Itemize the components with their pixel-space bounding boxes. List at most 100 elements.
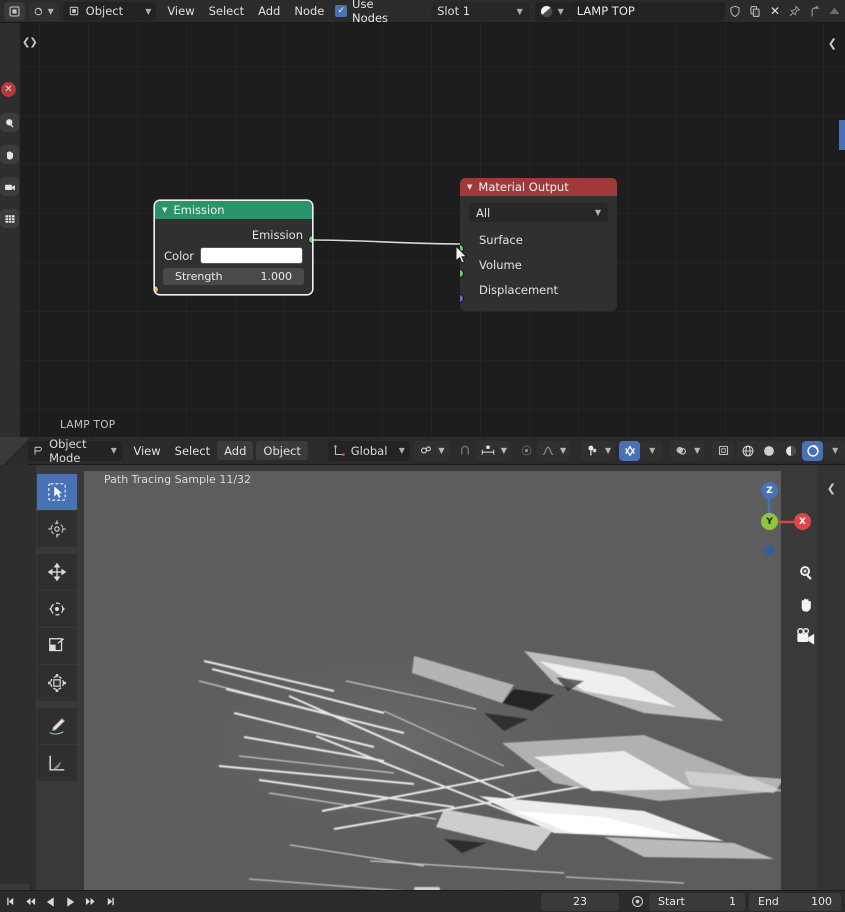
cursor-icon (48, 520, 66, 538)
play-reverse-button[interactable] (40, 893, 60, 911)
gizmo-axis-neg-z[interactable] (764, 545, 774, 555)
use-nodes-label: Use Nodes (352, 0, 389, 25)
proportional-edit-toggle[interactable] (515, 441, 537, 461)
close-icon[interactable]: ✕ (1, 82, 16, 97)
tool-move[interactable] (37, 554, 77, 590)
socket-emission-out[interactable] (308, 235, 312, 244)
auto-keying-toggle[interactable] (625, 893, 649, 911)
viewport-n-panel-toggle[interactable]: ❮ (827, 482, 836, 495)
prev-keyframe-button[interactable] (20, 893, 40, 911)
jump-to-end-button[interactable] (100, 893, 120, 911)
viewport-shading-solid[interactable] (758, 440, 781, 461)
falloff-icon (542, 446, 554, 456)
start-value: 1 (729, 895, 736, 908)
material-browse-button[interactable]: ▼ (534, 1, 569, 21)
shading-type-selector[interactable]: ▼ (28, 1, 59, 21)
viewport-shading-solid-wire[interactable] (736, 440, 759, 461)
xray-dropdown[interactable]: ▼ (670, 440, 705, 461)
output-socket-label: Emission (251, 227, 303, 242)
collapse-triangle-icon[interactable]: ▼ (467, 183, 472, 191)
next-keyframe-button[interactable] (80, 893, 100, 911)
vp-menu-view[interactable]: View (126, 441, 167, 460)
tool-rotate[interactable] (37, 591, 77, 627)
menu-view[interactable]: View (160, 2, 201, 21)
viewport-shading-rendered[interactable] (801, 440, 824, 461)
tool-measure[interactable] (37, 745, 77, 781)
viewport-shading-wireframe[interactable] (712, 440, 735, 461)
shader-type-label: Object (85, 4, 124, 18)
pin-icon[interactable] (785, 2, 805, 21)
nav-zoom-icon[interactable] (793, 559, 819, 585)
snap-settings-dropdown[interactable]: ▼ (475, 440, 511, 461)
jump-to-start-button[interactable] (0, 893, 20, 911)
editor-type-button[interactable] (3, 1, 25, 21)
falloff-dropdown[interactable]: ▼ (537, 440, 571, 461)
strength-slider[interactable]: Strength 1.000 (163, 268, 304, 285)
copy-icon[interactable] (745, 2, 765, 21)
node-material-output-header[interactable]: ▼ Material Output (460, 178, 617, 196)
frame-end-field[interactable]: End 100 (749, 892, 841, 911)
wireframe-icon (718, 445, 728, 456)
overlays-dropdown[interactable]: ▼ (640, 440, 663, 461)
rendered-icon (806, 444, 819, 457)
shader-type-dropdown[interactable]: Object ▼ (62, 1, 157, 21)
navigation-gizmo[interactable]: Z X Y (747, 475, 811, 555)
frame-start-field[interactable]: Start 1 (649, 892, 745, 911)
nav-camera-icon[interactable] (793, 623, 819, 649)
viewport-shading-material[interactable] (780, 440, 802, 461)
shield-icon[interactable] (725, 2, 745, 21)
render-target-dropdown[interactable]: All ▼ (469, 203, 608, 222)
viewport-corner-widget[interactable] (0, 437, 28, 465)
color-swatch[interactable] (200, 247, 303, 264)
chevron-down-icon: ▼ (398, 446, 405, 455)
node-emission[interactable]: ▼ Emission Emission Color Strength 1.000 (155, 201, 312, 294)
pan-hand-icon[interactable] (0, 145, 19, 164)
vp-menu-object[interactable]: Object (256, 441, 308, 460)
browse-icon[interactable] (825, 2, 845, 21)
up-arrow-icon[interactable] (805, 2, 825, 21)
gizmo-axis-z[interactable]: Z (761, 482, 778, 499)
node-material-output[interactable]: ▼ Material Output All ▼ Surface Volume D… (460, 178, 617, 311)
tool-tweak-select-box[interactable] (37, 474, 77, 510)
scrollbar-indicator[interactable] (839, 120, 845, 150)
material-name-field[interactable]: LAMP TOP (568, 1, 725, 21)
collapse-triangle-icon[interactable]: ▼ (162, 206, 167, 214)
gizmo-axis-y[interactable]: Y (761, 513, 778, 530)
material-ball-icon (539, 4, 553, 18)
tool-scale[interactable] (37, 628, 77, 664)
node-sidebar-toggle[interactable]: ❮❯ (22, 37, 38, 48)
close-icon[interactable]: ✕ (765, 2, 785, 21)
grid-icon[interactable] (0, 209, 19, 228)
orientation-label: Global (350, 443, 388, 458)
gizmo-axis-x[interactable]: X (794, 513, 811, 530)
snap-magnet-toggle[interactable] (454, 441, 476, 461)
object-mode-dropdown[interactable]: Object Mode ▼ (27, 437, 122, 465)
node-emission-header[interactable]: ▼ Emission (155, 201, 312, 219)
tool-transform[interactable] (37, 665, 77, 701)
zoom-icon[interactable] (0, 113, 19, 132)
current-frame-field[interactable]: 23 (541, 892, 619, 911)
menu-node[interactable]: Node (287, 2, 331, 21)
tool-cursor[interactable] (37, 511, 77, 547)
camera-icon[interactable] (0, 177, 19, 196)
play-button[interactable] (60, 893, 80, 911)
node-n-panel-toggle[interactable]: ❮ (828, 37, 837, 50)
node-editor-canvas[interactable]: ✕ ❮❯ ❮ ▼ Emission Emission Color Strengt… (0, 23, 845, 437)
transform-orientation-dropdown[interactable]: Global ▼ (327, 440, 410, 461)
viewport-3d[interactable]: Path Tracing Sample 11/32 Z X Y ❮ (0, 465, 845, 890)
vp-menu-add[interactable]: Add (217, 441, 254, 460)
select-box-icon (48, 483, 66, 501)
use-nodes-toggle[interactable]: ✓ Use Nodes (331, 0, 415, 25)
nav-pan-hand-icon[interactable] (793, 591, 819, 617)
pivot-point-dropdown[interactable]: ▼ (414, 440, 450, 461)
vp-menu-select[interactable]: Select (168, 441, 217, 460)
show-gizmo-dropdown[interactable]: ▼ (581, 440, 616, 461)
shading-dropdown[interactable]: ▼ (823, 440, 845, 461)
shader-editor-icon (9, 6, 20, 16)
menu-select[interactable]: Select (202, 2, 251, 21)
overlays-toggle[interactable] (618, 440, 641, 461)
tool-annotate[interactable] (37, 708, 77, 744)
material-slot-dropdown[interactable]: Slot 1 ▼ (431, 1, 529, 21)
menu-add[interactable]: Add (251, 2, 287, 21)
show-gizmo-icon (588, 445, 597, 456)
